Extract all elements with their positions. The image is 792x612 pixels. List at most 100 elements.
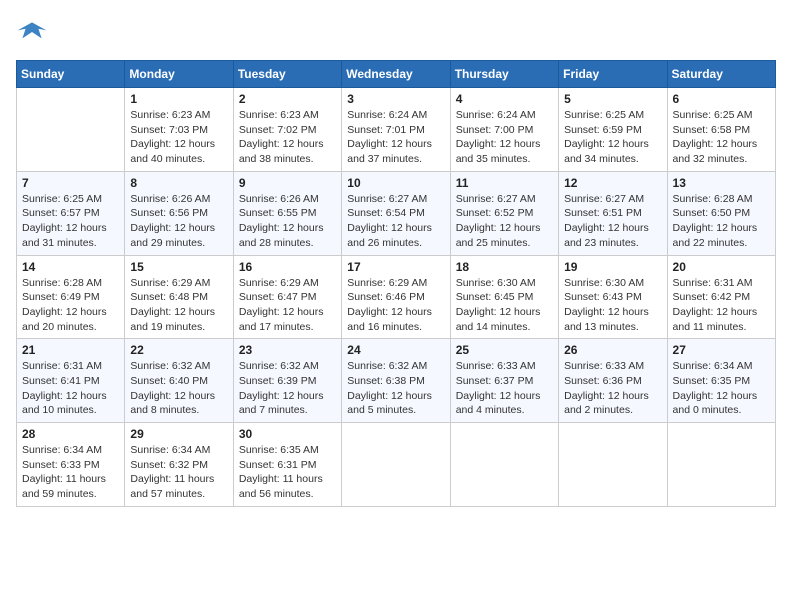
day-number: 17 [347, 260, 444, 274]
day-number: 4 [456, 92, 553, 106]
day-info: Sunrise: 6:32 AM Sunset: 6:39 PM Dayligh… [239, 359, 336, 418]
day-number: 5 [564, 92, 661, 106]
day-number: 1 [130, 92, 227, 106]
day-info: Sunrise: 6:32 AM Sunset: 6:38 PM Dayligh… [347, 359, 444, 418]
day-number: 21 [22, 343, 119, 357]
day-number: 22 [130, 343, 227, 357]
day-number: 11 [456, 176, 553, 190]
calendar-cell: 17 Sunrise: 6:29 AM Sunset: 6:46 PM Dayli… [342, 255, 450, 339]
calendar-cell: 4Sunrise: 6:24 AM Sunset: 7:00 PM Daylig… [450, 88, 558, 172]
day-info: Sunrise: 6:27 AM Sunset: 6:52 PM Dayligh… [456, 192, 553, 251]
day-number: 23 [239, 343, 336, 357]
day-info: Sunrise: 6:31 AM Sunset: 6:41 PM Dayligh… [22, 359, 119, 418]
day-info: Sunrise: 6:25 AM Sunset: 6:59 PM Dayligh… [564, 108, 661, 167]
day-info: Sunrise: 6:26 AM Sunset: 6:55 PM Dayligh… [239, 192, 336, 251]
day-number: 16 [239, 260, 336, 274]
calendar-cell: 24 Sunrise: 6:32 AM Sunset: 6:38 PM Dayli… [342, 339, 450, 423]
day-number: 19 [564, 260, 661, 274]
day-info: Sunrise: 6:23 AM Sunset: 7:03 PM Dayligh… [130, 108, 227, 167]
day-number: 8 [130, 176, 227, 190]
day-number: 29 [130, 427, 227, 441]
weekday-header-monday: Monday [125, 61, 233, 88]
day-number: 28 [22, 427, 119, 441]
day-info: Sunrise: 6:28 AM Sunset: 6:49 PM Dayligh… [22, 276, 119, 335]
logo-bird-icon [16, 16, 48, 48]
calendar-cell: 6Sunrise: 6:25 AM Sunset: 6:58 PM Daylig… [667, 88, 775, 172]
day-info: Sunrise: 6:29 AM Sunset: 6:46 PM Dayligh… [347, 276, 444, 335]
day-number: 12 [564, 176, 661, 190]
day-number: 26 [564, 343, 661, 357]
day-info: Sunrise: 6:25 AM Sunset: 6:57 PM Dayligh… [22, 192, 119, 251]
calendar-week-row: 28 Sunrise: 6:34 AM Sunset: 6:33 PM Dayli… [17, 423, 776, 507]
day-info: Sunrise: 6:26 AM Sunset: 6:56 PM Dayligh… [130, 192, 227, 251]
calendar-cell: 2Sunrise: 6:23 AM Sunset: 7:02 PM Daylig… [233, 88, 341, 172]
day-info: Sunrise: 6:35 AM Sunset: 6:31 PM Dayligh… [239, 443, 336, 502]
weekday-header-wednesday: Wednesday [342, 61, 450, 88]
calendar-header: SundayMondayTuesdayWednesdayThursdayFrid… [17, 61, 776, 88]
day-number: 18 [456, 260, 553, 274]
calendar-cell: 26 Sunrise: 6:33 AM Sunset: 6:36 PM Dayli… [559, 339, 667, 423]
day-number: 25 [456, 343, 553, 357]
calendar-cell: 9 Sunrise: 6:26 AM Sunset: 6:55 PM Daylig… [233, 171, 341, 255]
calendar-cell: 8 Sunrise: 6:26 AM Sunset: 6:56 PM Daylig… [125, 171, 233, 255]
day-number: 20 [673, 260, 770, 274]
day-info: Sunrise: 6:28 AM Sunset: 6:50 PM Dayligh… [673, 192, 770, 251]
weekday-header-thursday: Thursday [450, 61, 558, 88]
day-info: Sunrise: 6:29 AM Sunset: 6:48 PM Dayligh… [130, 276, 227, 335]
day-info: Sunrise: 6:23 AM Sunset: 7:02 PM Dayligh… [239, 108, 336, 167]
day-number: 7 [22, 176, 119, 190]
weekday-header-friday: Friday [559, 61, 667, 88]
day-info: Sunrise: 6:30 AM Sunset: 6:43 PM Dayligh… [564, 276, 661, 335]
weekday-header-row: SundayMondayTuesdayWednesdayThursdayFrid… [17, 61, 776, 88]
calendar-cell: 28 Sunrise: 6:34 AM Sunset: 6:33 PM Dayli… [17, 423, 125, 507]
calendar-table: SundayMondayTuesdayWednesdayThursdayFrid… [16, 60, 776, 507]
calendar-cell: 3Sunrise: 6:24 AM Sunset: 7:01 PM Daylig… [342, 88, 450, 172]
calendar-cell: 16 Sunrise: 6:29 AM Sunset: 6:47 PM Dayli… [233, 255, 341, 339]
calendar-cell: 29 Sunrise: 6:34 AM Sunset: 6:32 PM Dayli… [125, 423, 233, 507]
day-info: Sunrise: 6:31 AM Sunset: 6:42 PM Dayligh… [673, 276, 770, 335]
calendar-cell: 22 Sunrise: 6:32 AM Sunset: 6:40 PM Dayli… [125, 339, 233, 423]
calendar-cell: 23 Sunrise: 6:32 AM Sunset: 6:39 PM Dayli… [233, 339, 341, 423]
calendar-cell: 13 Sunrise: 6:28 AM Sunset: 6:50 PM Dayli… [667, 171, 775, 255]
day-number: 27 [673, 343, 770, 357]
calendar-cell: 12 Sunrise: 6:27 AM Sunset: 6:51 PM Dayli… [559, 171, 667, 255]
day-info: Sunrise: 6:30 AM Sunset: 6:45 PM Dayligh… [456, 276, 553, 335]
day-info: Sunrise: 6:34 AM Sunset: 6:33 PM Dayligh… [22, 443, 119, 502]
calendar-week-row: 7 Sunrise: 6:25 AM Sunset: 6:57 PM Daylig… [17, 171, 776, 255]
calendar-cell: 5 Sunrise: 6:25 AM Sunset: 6:59 PM Daylig… [559, 88, 667, 172]
weekday-header-saturday: Saturday [667, 61, 775, 88]
calendar-cell: 25 Sunrise: 6:33 AM Sunset: 6:37 PM Dayli… [450, 339, 558, 423]
day-info: Sunrise: 6:34 AM Sunset: 6:35 PM Dayligh… [673, 359, 770, 418]
calendar-body: 1 Sunrise: 6:23 AM Sunset: 7:03 PM Daylig… [17, 88, 776, 507]
calendar-cell: 30Sunrise: 6:35 AM Sunset: 6:31 PM Dayli… [233, 423, 341, 507]
day-info: Sunrise: 6:27 AM Sunset: 6:54 PM Dayligh… [347, 192, 444, 251]
day-info: Sunrise: 6:27 AM Sunset: 6:51 PM Dayligh… [564, 192, 661, 251]
calendar-cell [450, 423, 558, 507]
day-number: 24 [347, 343, 444, 357]
day-info: Sunrise: 6:33 AM Sunset: 6:37 PM Dayligh… [456, 359, 553, 418]
day-number: 6 [673, 92, 770, 106]
day-info: Sunrise: 6:32 AM Sunset: 6:40 PM Dayligh… [130, 359, 227, 418]
day-number: 3 [347, 92, 444, 106]
calendar-cell [559, 423, 667, 507]
day-info: Sunrise: 6:33 AM Sunset: 6:36 PM Dayligh… [564, 359, 661, 418]
calendar-cell: 15Sunrise: 6:29 AM Sunset: 6:48 PM Dayli… [125, 255, 233, 339]
calendar-cell [667, 423, 775, 507]
calendar-cell: 27 Sunrise: 6:34 AM Sunset: 6:35 PM Dayli… [667, 339, 775, 423]
calendar-cell: 7 Sunrise: 6:25 AM Sunset: 6:57 PM Daylig… [17, 171, 125, 255]
day-info: Sunrise: 6:34 AM Sunset: 6:32 PM Dayligh… [130, 443, 227, 502]
calendar-cell: 10Sunrise: 6:27 AM Sunset: 6:54 PM Dayli… [342, 171, 450, 255]
calendar-cell [342, 423, 450, 507]
calendar-cell [17, 88, 125, 172]
calendar-cell: 1 Sunrise: 6:23 AM Sunset: 7:03 PM Daylig… [125, 88, 233, 172]
calendar-week-row: 1 Sunrise: 6:23 AM Sunset: 7:03 PM Daylig… [17, 88, 776, 172]
calendar-week-row: 14Sunrise: 6:28 AM Sunset: 6:49 PM Dayli… [17, 255, 776, 339]
calendar-cell: 11 Sunrise: 6:27 AM Sunset: 6:52 PM Dayli… [450, 171, 558, 255]
weekday-header-tuesday: Tuesday [233, 61, 341, 88]
calendar-cell: 21 Sunrise: 6:31 AM Sunset: 6:41 PM Dayli… [17, 339, 125, 423]
calendar-week-row: 21 Sunrise: 6:31 AM Sunset: 6:41 PM Dayli… [17, 339, 776, 423]
day-number: 13 [673, 176, 770, 190]
day-info: Sunrise: 6:29 AM Sunset: 6:47 PM Dayligh… [239, 276, 336, 335]
day-number: 9 [239, 176, 336, 190]
calendar-cell: 20 Sunrise: 6:31 AM Sunset: 6:42 PM Dayli… [667, 255, 775, 339]
